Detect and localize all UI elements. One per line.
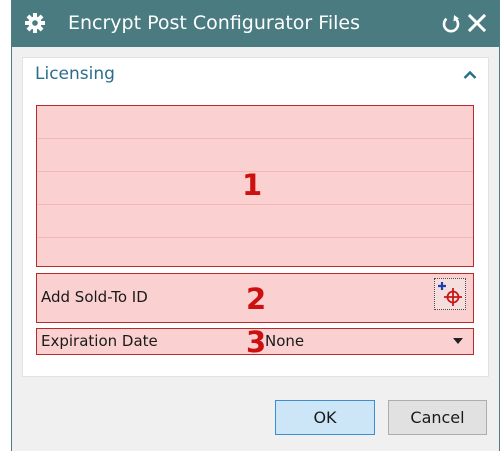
licensing-panel: Licensing 1 Add Sold-To ID 2 Expiration … [22,57,489,377]
annotation-badge-2: 2 [246,282,267,316]
expiration-date-row: Expiration Date None 3 [36,325,474,359]
encrypt-dialog: Encrypt Post Configurator Files Licensin… [11,0,500,451]
annotation-badge-3: 3 [246,325,267,359]
expiration-date-value: None [265,332,305,350]
sold-to-id-list[interactable]: 1 [36,105,474,267]
point-picker-icon [435,282,465,313]
chevron-up-icon[interactable] [463,67,477,81]
reset-icon[interactable] [440,12,462,34]
expiration-date-label: Expiration Date [41,332,158,350]
ok-button[interactable]: OK [275,400,375,435]
expiration-date-select[interactable]: None [255,329,472,354]
window-title: Encrypt Post Configurator Files [68,12,360,34]
add-sold-to-button[interactable] [434,278,466,310]
section-title-licensing[interactable]: Licensing [35,64,115,84]
annotation-badge-1: 1 [242,168,263,202]
add-sold-to-row: Add Sold-To ID 2 [36,273,474,323]
list-row-divider [37,204,473,205]
dropdown-arrow-icon [453,338,463,344]
cancel-button[interactable]: Cancel [388,400,487,435]
gear-icon [25,13,45,33]
title-bar: Encrypt Post Configurator Files [12,0,499,47]
list-row-divider [37,237,473,238]
close-icon[interactable] [466,12,488,34]
list-row-divider [37,138,473,139]
add-sold-to-label: Add Sold-To ID [41,288,148,306]
